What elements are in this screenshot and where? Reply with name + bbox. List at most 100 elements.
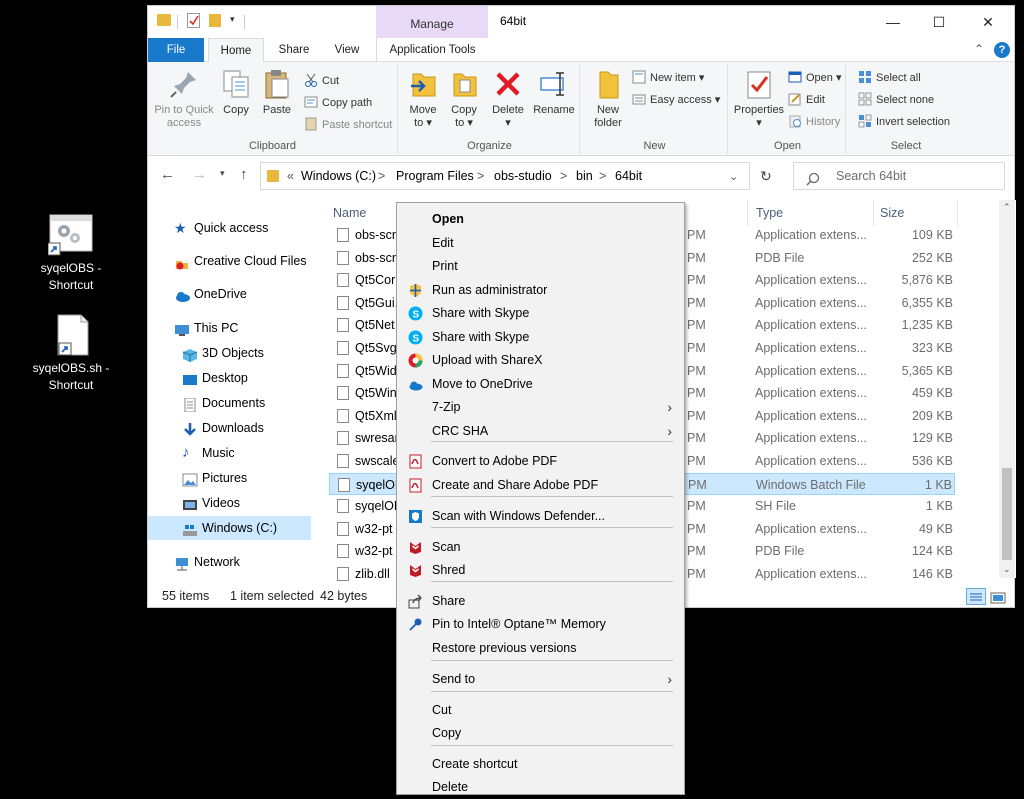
menu-item-7-zip[interactable]: 7-Zip › bbox=[399, 396, 682, 419]
new-folder-quick-icon[interactable] bbox=[209, 14, 221, 27]
breadcrumb-separator[interactable]: > bbox=[560, 163, 567, 189]
forward-arrow-icon[interactable]: → bbox=[192, 166, 207, 183]
cut-button[interactable]: Cut bbox=[304, 72, 339, 90]
breadcrumb-separator[interactable]: > bbox=[599, 163, 606, 189]
large-icons-view-icon[interactable] bbox=[990, 589, 1006, 604]
details-view-icon[interactable] bbox=[966, 588, 986, 605]
column-header-size[interactable]: Size bbox=[880, 206, 904, 220]
new-folder-button[interactable]: New folder bbox=[588, 68, 628, 130]
title-bar[interactable]: ▾ Manage 64bit — ☐ ✕ bbox=[148, 6, 1014, 38]
menu-item-run-as-administrator[interactable]: Run as administrator bbox=[399, 279, 682, 302]
menu-item-open[interactable]: Open bbox=[399, 208, 682, 231]
menu-item-edit[interactable]: Edit bbox=[399, 232, 682, 255]
tab-view[interactable]: View bbox=[324, 38, 370, 62]
menu-item-copy[interactable]: Copy bbox=[399, 722, 682, 745]
address-bar[interactable]: « Windows (C:) > Program Files > obs-stu… bbox=[260, 162, 750, 190]
history-button[interactable]: History bbox=[788, 113, 840, 131]
menu-item-share-with-skype[interactable]: S Share with Skype bbox=[399, 302, 682, 325]
open-button[interactable]: Open ▾ bbox=[788, 69, 842, 87]
manage-context-tab[interactable]: Manage bbox=[376, 6, 488, 38]
column-header-name[interactable]: Name bbox=[333, 206, 366, 220]
properties-quick-icon[interactable] bbox=[187, 13, 200, 28]
address-dropdown-chevron-icon[interactable]: ⌄ bbox=[729, 164, 738, 190]
tab-file[interactable]: File bbox=[148, 38, 204, 62]
breadcrumb-overflow[interactable]: « bbox=[287, 163, 294, 189]
menu-item-restore-previous-versions[interactable]: Restore previous versions bbox=[399, 637, 682, 660]
tab-application-tools[interactable]: Application Tools bbox=[376, 38, 488, 62]
menu-item-share[interactable]: Share bbox=[399, 590, 682, 613]
menu-item-scan[interactable]: Scan bbox=[399, 536, 682, 559]
menu-item-pin-to-intel-optane-memory[interactable]: Pin to Intel® Optane™ Memory bbox=[399, 613, 682, 636]
refresh-icon[interactable]: ↻ bbox=[760, 168, 772, 185]
select-all-button[interactable]: Select all bbox=[858, 69, 921, 87]
nav-documents[interactable]: Documents bbox=[148, 391, 311, 415]
collapse-ribbon-icon[interactable]: ⌃ bbox=[974, 42, 984, 56]
easy-access-button[interactable]: Easy access ▾ bbox=[632, 91, 720, 109]
scroll-down-arrow-icon[interactable]: ⌄ bbox=[1003, 564, 1011, 575]
delete-button[interactable]: Delete ▾ bbox=[486, 68, 530, 130]
customize-quick-access-icon[interactable]: ▾ bbox=[230, 14, 235, 25]
menu-item-upload-with-sharex[interactable]: Upload with ShareX bbox=[399, 349, 682, 372]
nav-music[interactable]: ♪ Music bbox=[148, 441, 311, 465]
menu-item-cut[interactable]: Cut bbox=[399, 699, 682, 722]
breadcrumb-obs-studio[interactable]: obs-studio bbox=[494, 163, 552, 189]
tab-home[interactable]: Home bbox=[208, 38, 264, 63]
paste-button[interactable]: Paste bbox=[258, 68, 296, 117]
breadcrumb-separator[interactable]: > bbox=[378, 163, 385, 189]
pin-to-quick-access-button[interactable]: Pin to Quick access bbox=[152, 68, 216, 130]
scroll-up-arrow-icon[interactable]: ⌃ bbox=[1003, 202, 1011, 213]
copy-to-button[interactable]: Copy to ▾ bbox=[446, 68, 482, 130]
scrollbar-thumb[interactable] bbox=[1002, 468, 1012, 560]
properties-button[interactable]: Properties ▾ bbox=[732, 68, 786, 130]
invert-selection-button[interactable]: Invert selection bbox=[858, 113, 950, 131]
vertical-scrollbar[interactable]: ⌃ ⌄ bbox=[999, 200, 1015, 578]
nav-3d-objects[interactable]: 3D Objects bbox=[148, 341, 311, 365]
nav-this-pc[interactable]: This PC bbox=[148, 316, 311, 340]
breadcrumb-program-files[interactable]: Program Files bbox=[396, 163, 474, 189]
copy-path-button[interactable]: Copy path bbox=[304, 94, 372, 112]
close-button[interactable]: ✕ bbox=[965, 6, 1011, 38]
menu-item-shred[interactable]: Shred bbox=[399, 559, 682, 582]
recent-locations-chevron-icon[interactable]: ▾ bbox=[220, 168, 225, 179]
desktop-shortcut-syqelobs-sh[interactable]: syqelOBS.sh - Shortcut bbox=[31, 313, 111, 394]
edit-button[interactable]: Edit bbox=[788, 91, 825, 109]
breadcrumb-64bit[interactable]: 64bit bbox=[615, 163, 642, 189]
breadcrumb-windows-c[interactable]: Windows (C:) bbox=[301, 163, 376, 189]
nav-creative-cloud-files[interactable]: Creative Cloud Files bbox=[148, 249, 311, 273]
help-icon[interactable]: ? bbox=[994, 42, 1010, 58]
select-none-button[interactable]: Select none bbox=[858, 91, 934, 109]
search-input[interactable]: Search 64bit bbox=[793, 162, 1005, 190]
back-arrow-icon[interactable]: ← bbox=[160, 166, 175, 183]
menu-item-send-to[interactable]: Send to › bbox=[399, 668, 682, 691]
menu-item-create-shortcut[interactable]: Create shortcut bbox=[399, 753, 682, 776]
menu-item-create-and-share-adobe-pdf[interactable]: Create and Share Adobe PDF bbox=[399, 474, 682, 497]
menu-item-crc-sha[interactable]: CRC SHA › bbox=[399, 420, 682, 443]
nav-network[interactable]: Network bbox=[148, 550, 311, 574]
menu-item-scan-with-windows-defender[interactable]: Scan with Windows Defender... bbox=[399, 505, 682, 528]
minimize-button[interactable]: — bbox=[870, 6, 916, 38]
copy-button[interactable]: Copy bbox=[218, 68, 254, 117]
maximize-button[interactable]: ☐ bbox=[916, 6, 962, 38]
breadcrumb-bin[interactable]: bin bbox=[576, 163, 593, 189]
nav-videos[interactable]: Videos bbox=[148, 491, 311, 515]
nav-onedrive[interactable]: OneDrive bbox=[148, 282, 311, 306]
menu-item-move-to-onedrive[interactable]: Move to OneDrive bbox=[399, 373, 682, 396]
nav-windows-c[interactable]: Windows (C:) bbox=[148, 516, 311, 540]
menu-item-convert-to-adobe-pdf[interactable]: Convert to Adobe PDF bbox=[399, 450, 682, 473]
breadcrumb-separator[interactable]: > bbox=[477, 163, 484, 189]
move-to-button[interactable]: Move to ▾ bbox=[404, 68, 442, 130]
paste-shortcut-button[interactable]: Paste shortcut bbox=[304, 116, 392, 134]
menu-item-share-with-skype[interactable]: S Share with Skype bbox=[399, 326, 682, 349]
column-header-type[interactable]: Type bbox=[756, 206, 783, 220]
desktop-shortcut-syqelobs-bat[interactable]: syqelOBS - Shortcut bbox=[31, 213, 111, 294]
new-item-button[interactable]: New item ▾ bbox=[632, 69, 704, 87]
up-arrow-icon[interactable]: ↑ bbox=[240, 166, 248, 183]
menu-item-print[interactable]: Print bbox=[399, 255, 682, 278]
rename-button[interactable]: Rename bbox=[532, 68, 576, 117]
menu-item-delete[interactable]: Delete bbox=[399, 776, 682, 799]
nav-pictures[interactable]: Pictures bbox=[148, 466, 311, 490]
nav-desktop[interactable]: Desktop bbox=[148, 366, 311, 390]
tab-share[interactable]: Share bbox=[268, 38, 320, 62]
nav-downloads[interactable]: Downloads bbox=[148, 416, 311, 440]
nav-quick-access[interactable]: ★ Quick access bbox=[148, 216, 311, 240]
